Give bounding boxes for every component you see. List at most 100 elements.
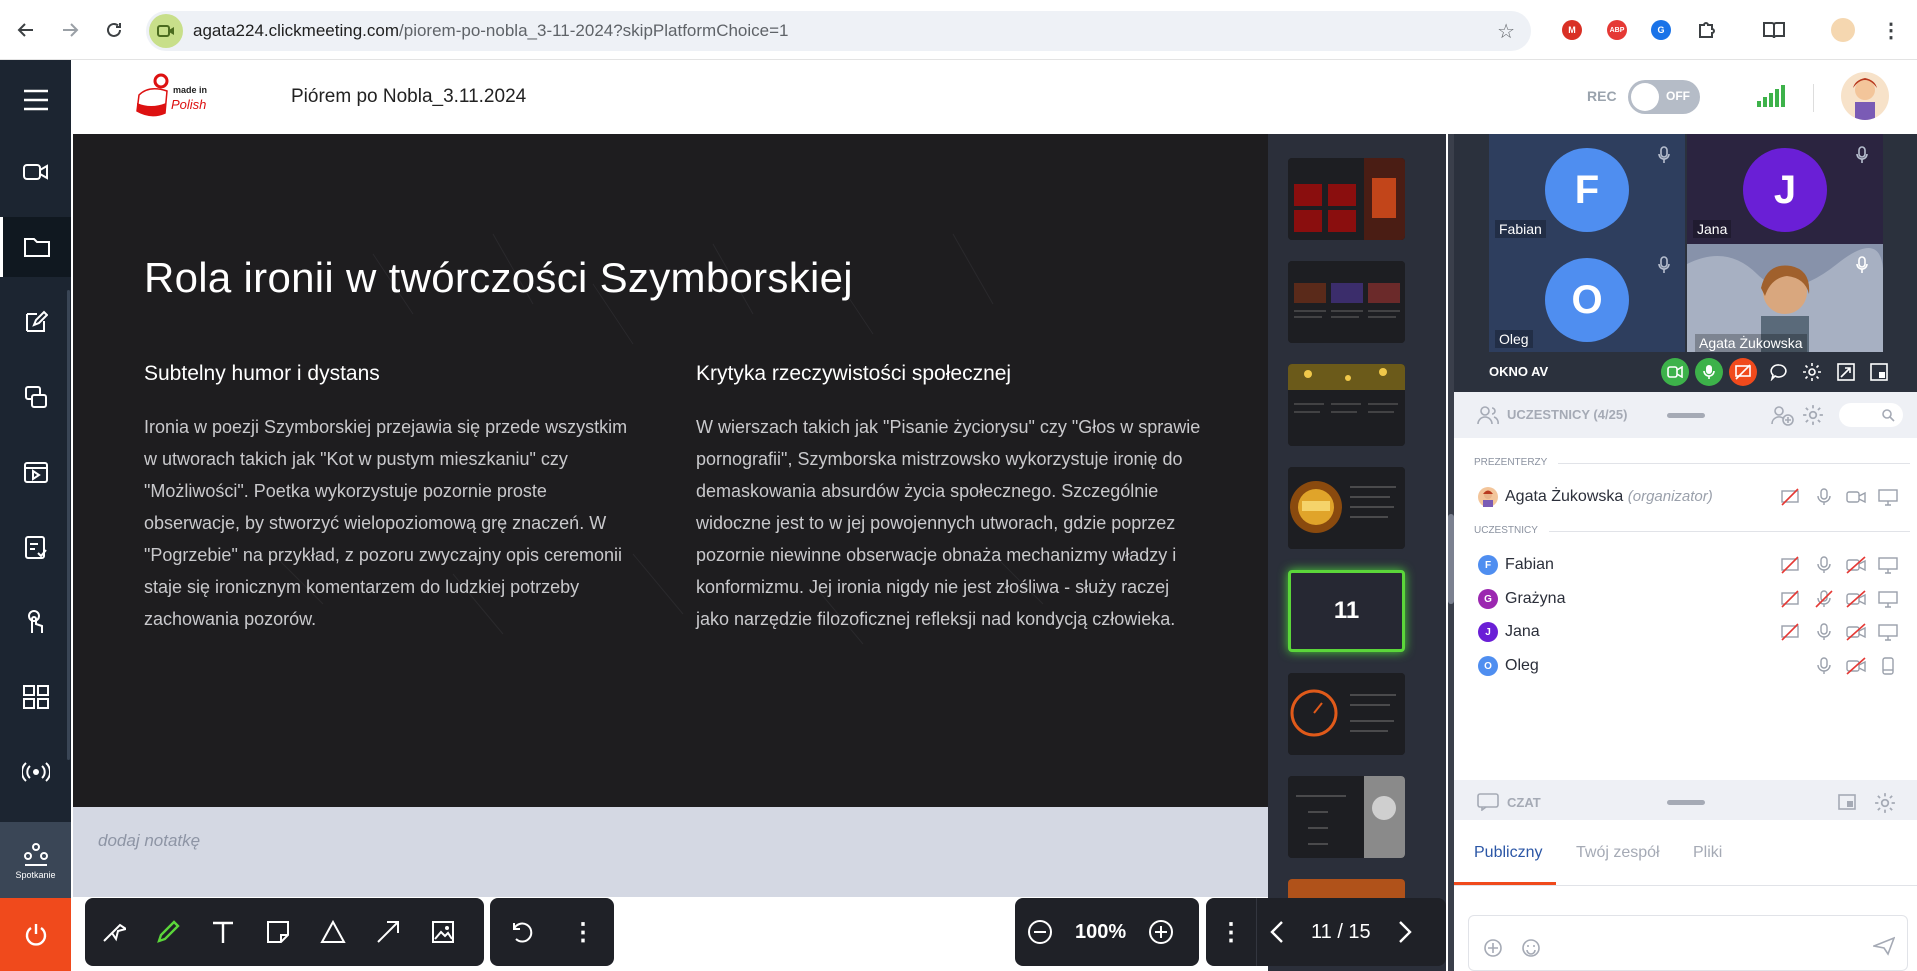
notes-field[interactable]: dodaj notatkę	[73, 807, 1268, 897]
thumbnail-slide[interactable]	[1288, 673, 1405, 755]
participants-settings-icon[interactable]	[1802, 404, 1824, 426]
chat-popout-icon[interactable]	[1838, 792, 1858, 812]
extensions-puzzle-icon[interactable]	[1696, 19, 1718, 46]
chat-settings-icon[interactable]	[1874, 792, 1896, 814]
mic-icon[interactable]	[1814, 657, 1834, 675]
camera-icon[interactable]	[1846, 488, 1866, 506]
screen-share-off-icon[interactable]	[1780, 623, 1800, 641]
pencil-tool-button[interactable]	[140, 898, 195, 966]
send-icon[interactable]	[1873, 936, 1895, 956]
screen-share-off-icon[interactable]	[1780, 590, 1800, 608]
screen-share-toggle-button[interactable]	[1729, 358, 1757, 386]
mic-off-icon[interactable]	[1814, 590, 1834, 608]
participant-row[interactable]: F Fabian	[1474, 552, 1914, 578]
monitor-icon[interactable]	[1878, 556, 1898, 574]
next-slide-button[interactable]	[1385, 898, 1425, 966]
sidebar-item-video-playlist[interactable]	[0, 442, 71, 502]
emoji-icon[interactable]	[1521, 938, 1541, 958]
browser-menu-icon[interactable]: ⋮	[1881, 18, 1901, 43]
camera-toggle-button[interactable]	[1661, 358, 1689, 386]
av-popout-button[interactable]	[1832, 358, 1860, 386]
sidebar-scrollbar[interactable]	[67, 290, 70, 760]
participant-row[interactable]: J Jana	[1474, 619, 1914, 645]
arrow-tool-button[interactable]	[360, 898, 415, 966]
participants-search-input[interactable]	[1839, 403, 1903, 427]
mic-icon[interactable]	[1814, 488, 1834, 506]
translate-icon[interactable]: G	[1651, 20, 1671, 40]
thumbnail-slide-active[interactable]: 11	[1288, 570, 1405, 652]
screen-share-off-icon[interactable]	[1780, 488, 1800, 506]
participant-row[interactable]: G Grażyna	[1474, 586, 1914, 612]
forward-arrow-icon[interactable]	[50, 10, 90, 50]
zoom-out-button[interactable]	[1015, 898, 1065, 966]
mic-icon[interactable]	[1814, 556, 1834, 574]
chat-message-input[interactable]	[1468, 915, 1908, 971]
av-tile[interactable]: O Oleg	[1489, 244, 1685, 354]
participants-drag-handle[interactable]	[1667, 413, 1705, 418]
sidebar-item-cta[interactable]	[0, 592, 71, 652]
monitor-icon[interactable]	[1878, 488, 1898, 506]
sidebar-item-video[interactable]	[0, 142, 71, 202]
av-settings-button[interactable]	[1798, 358, 1826, 386]
tab-files[interactable]: Pliki	[1693, 844, 1722, 862]
sticky-note-icon	[266, 921, 289, 943]
user-avatar[interactable]	[1841, 72, 1889, 120]
av-tile[interactable]: F Fabian	[1489, 134, 1685, 244]
adblock-icon[interactable]: ABP	[1607, 20, 1627, 40]
text-tool-button[interactable]	[195, 898, 250, 966]
rec-toggle[interactable]: OFF	[1628, 80, 1700, 114]
sidebar-item-apps[interactable]	[0, 667, 71, 727]
bookmark-star-icon[interactable]: ☆	[1497, 19, 1515, 44]
more-options-icon[interactable]: ⋮	[552, 898, 614, 966]
shape-tool-button[interactable]	[305, 898, 360, 966]
undo-button[interactable]	[490, 898, 552, 966]
av-layout-button[interactable]	[1865, 358, 1893, 386]
thumbnail-slide[interactable]	[1288, 467, 1405, 549]
sidebar-item-streaming[interactable]	[0, 742, 71, 802]
add-attachment-icon[interactable]	[1483, 938, 1503, 958]
left-sidebar: Spotkanie	[0, 60, 71, 971]
sidebar-item-files[interactable]	[0, 217, 71, 277]
sidebar-item-whiteboard[interactable]	[0, 292, 71, 352]
camera-off-icon[interactable]	[1846, 590, 1866, 608]
mic-icon[interactable]	[1814, 623, 1834, 641]
tab-public[interactable]: Publiczny	[1474, 844, 1542, 862]
sidebar-item-polls[interactable]	[0, 517, 71, 577]
chat-drag-handle[interactable]	[1667, 800, 1705, 805]
monitor-icon[interactable]	[1878, 590, 1898, 608]
leave-power-button[interactable]	[0, 898, 71, 971]
thumbnail-slide[interactable]	[1288, 364, 1405, 446]
profile-avatar-icon[interactable]	[1831, 18, 1855, 42]
participant-row-organizer[interactable]: Agata Żukowska (organizator)	[1474, 484, 1914, 510]
gmail-icon[interactable]: M	[1562, 20, 1582, 40]
reading-list-icon[interactable]	[1762, 20, 1786, 45]
zoom-in-button[interactable]	[1136, 898, 1186, 966]
monitor-icon[interactable]	[1878, 623, 1898, 641]
image-tool-button[interactable]	[415, 898, 470, 966]
hamburger-menu-icon[interactable]	[0, 70, 71, 130]
previous-slide-button[interactable]	[1257, 898, 1297, 966]
pager-more-icon[interactable]: ⋮	[1206, 898, 1256, 966]
thumbnail-slide[interactable]	[1288, 776, 1405, 858]
back-arrow-icon[interactable]	[6, 10, 46, 50]
camera-off-icon[interactable]	[1846, 623, 1866, 641]
thumbnail-slide[interactable]	[1288, 158, 1405, 240]
reload-icon[interactable]	[94, 10, 134, 50]
pointer-tool-button[interactable]	[85, 898, 140, 966]
add-user-icon[interactable]	[1770, 403, 1794, 427]
av-tile[interactable]: J Jana	[1687, 134, 1883, 244]
tab-team[interactable]: Twój zespół	[1576, 844, 1660, 862]
sticky-note-tool-button[interactable]	[250, 898, 305, 966]
address-bar[interactable]: agata224.clickmeeting.com/piorem-po-nobl…	[146, 11, 1531, 51]
av-tile-video[interactable]: Agata Żukowska	[1687, 244, 1883, 354]
thumbnail-slide[interactable]	[1288, 261, 1405, 343]
chat-bubble-button[interactable]	[1765, 358, 1793, 386]
page-indicator: 11 / 15	[1311, 920, 1371, 943]
mic-toggle-button[interactable]	[1695, 358, 1723, 386]
sidebar-item-screen-share[interactable]	[0, 367, 71, 427]
participant-row[interactable]: O Oleg	[1474, 653, 1914, 679]
sidebar-item-meeting[interactable]: Spotkanie	[0, 822, 71, 900]
screen-share-off-icon[interactable]	[1780, 556, 1800, 574]
camera-off-icon[interactable]	[1846, 556, 1866, 574]
camera-off-icon[interactable]	[1846, 657, 1866, 675]
